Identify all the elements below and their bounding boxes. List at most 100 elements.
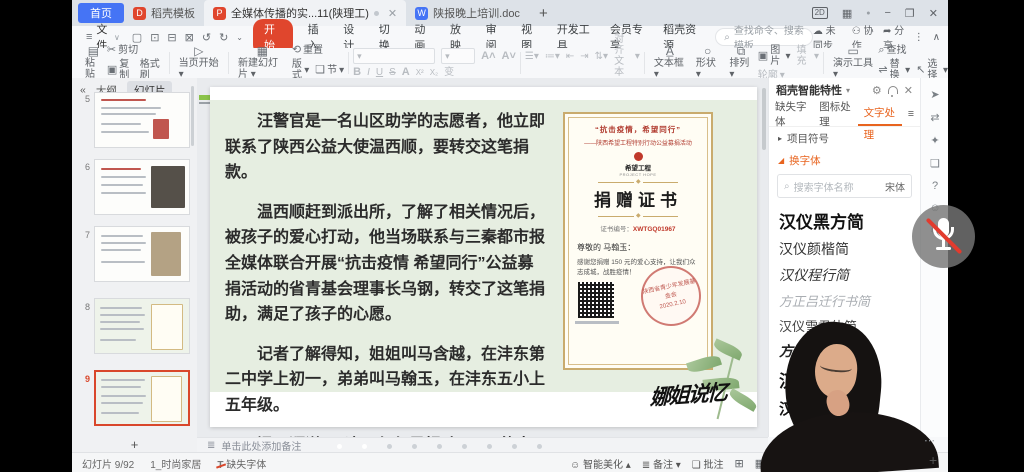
minimize-button[interactable]: − <box>884 7 890 19</box>
font-option[interactable]: 汉仪雪君体简 <box>779 316 910 335</box>
slide-text-block[interactable]: 汪警官是一名山区助学的志愿者，他立即联系了陕西公益大使温西顺，要转交这笔捐款。 … <box>225 109 549 472</box>
font-option[interactable]: 汉仪程行简 <box>779 265 910 285</box>
font-search-input[interactable]: ⌕ 搜索字体名称 宋体 <box>777 174 912 198</box>
more-caret-icon[interactable]: ⌄ <box>236 33 243 42</box>
outdent-button[interactable]: ⇤ <box>566 51 574 62</box>
font-option[interactable]: 汉仪黑方简 <box>779 208 910 233</box>
grow-font-button[interactable]: A˄ <box>481 51 495 62</box>
notes-toggle-button[interactable]: ≣ 备注 ▾ <box>642 456 681 471</box>
title-caret-icon[interactable]: ▾ <box>846 86 850 95</box>
font-name-select[interactable]: ▾ <box>353 48 435 64</box>
slide-canvas[interactable]: 汪警官是一名山区助学的志愿者，他立即联系了陕西公益大使温西顺，要转交这笔捐款。 … <box>210 87 757 427</box>
font-option[interactable]: 方正金福体 <box>779 341 910 361</box>
slide-thumbnail-selected[interactable] <box>94 370 190 426</box>
picture-button[interactable]: ▣图片 ▾ <box>758 45 791 67</box>
font-option[interactable]: 汉仪颜楷简 <box>779 239 910 259</box>
close-button[interactable]: ✕ <box>929 7 938 20</box>
bold-button[interactable]: B <box>353 67 361 78</box>
zoom-in-button[interactable]: + <box>929 452 937 468</box>
slide-thumbnail[interactable] <box>94 159 190 215</box>
strike-button[interactable]: S <box>389 67 396 78</box>
bell-icon[interactable] <box>888 86 898 94</box>
underline-button[interactable]: U <box>376 67 383 78</box>
new-tab-button[interactable]: + <box>539 5 548 22</box>
sorter-view-icon[interactable]: ▦ <box>755 457 765 470</box>
reading-view-icon[interactable]: ▥ <box>776 457 786 470</box>
fill-button[interactable]: 填充 ▾ <box>797 45 819 67</box>
muted-microphone-overlay[interactable] <box>912 205 975 268</box>
save-icon[interactable]: ⊡ <box>150 31 159 44</box>
panel-scrollbar[interactable] <box>191 86 194 146</box>
align-text-button[interactable]: 对齐文本 ▾ <box>614 34 640 78</box>
send-icon[interactable]: ➤ <box>921 88 948 101</box>
slide-thumbnail[interactable] <box>94 92 190 148</box>
print-icon[interactable]: ⊟ <box>167 31 176 44</box>
cut-button[interactable]: ✂剪切 <box>107 45 138 56</box>
line-spacing-button[interactable]: ⇅▾ <box>595 51 608 62</box>
section-bullets[interactable]: ▸ 项目符号 <box>769 127 920 149</box>
textbox-button[interactable]: A̲文本框 ▾ <box>649 46 691 80</box>
subscript-button[interactable]: X₂ <box>430 67 438 78</box>
font-option[interactable]: 汉仪 <box>779 367 910 392</box>
missing-font-warning[interactable]: T 缺失字体 <box>217 456 266 471</box>
comments-button[interactable]: ❏ 批注 <box>692 456 724 471</box>
italic-button[interactable]: I <box>367 67 370 78</box>
paste-button[interactable]: ▤粘贴 <box>80 46 107 80</box>
indent-button[interactable]: ⇥ <box>580 51 588 62</box>
text-effect-button[interactable]: 变 <box>444 67 454 78</box>
adjust-icon[interactable]: ⇄ <box>921 111 948 124</box>
play-from-current-button[interactable]: ▷当页开始 ▾ <box>174 46 224 80</box>
tab-text-processing[interactable]: 文字处理 <box>858 102 902 126</box>
bullets-button[interactable]: ☰▾ <box>525 51 539 62</box>
redo-icon[interactable]: ↻ <box>219 31 228 44</box>
font-color-button[interactable]: A <box>402 67 410 78</box>
close-tab-icon[interactable]: ✕ <box>388 7 397 20</box>
close-panel-icon[interactable]: ✕ <box>904 84 913 97</box>
layout-grid-icon[interactable]: ▦ <box>842 7 852 20</box>
more-menu-icon[interactable]: ⋮ <box>914 32 924 43</box>
eye-icon[interactable]: ● <box>866 10 870 17</box>
restore-button[interactable]: ❐ <box>905 7 915 20</box>
tab-missing-fonts[interactable]: 缺失字体 <box>769 99 813 129</box>
font-size-select[interactable]: ▾ <box>441 48 475 64</box>
smart-beautify-button[interactable]: ☺ 智能美化 ▴ <box>570 456 631 471</box>
current-font-badge[interactable]: 宋体 <box>885 179 905 194</box>
new-file-icon[interactable]: ▢ <box>132 31 142 44</box>
chat-icon[interactable]: ❏ <box>921 157 948 170</box>
section-change-font[interactable]: ◢ 换字体 <box>769 149 920 171</box>
slideshow-icon[interactable]: ▶ <box>798 457 806 470</box>
panel-menu-icon[interactable]: ≡ <box>902 108 920 120</box>
find-button[interactable]: ⌕查找 <box>878 45 906 56</box>
collapse-ribbon-icon[interactable]: ∧ <box>933 32 940 43</box>
new-slide-button[interactable]: ▦新建幻灯片 ▾ <box>233 46 292 80</box>
shrink-font-button[interactable]: A˅ <box>502 51 516 62</box>
slide-thumbnail[interactable] <box>94 226 190 282</box>
effects-icon[interactable]: ✦ <box>921 134 948 147</box>
donation-certificate-image[interactable]: “抗击疫情，希望同行” ——陕西希望工程特别行动公益募捐活动 希望工程 PROJ… <box>563 112 713 370</box>
section-button[interactable]: ❏节 ▾ <box>315 65 344 76</box>
help-icon[interactable]: ? <box>921 180 948 192</box>
arrange-button[interactable]: ⧉排列 ▾ <box>724 46 757 80</box>
zoom-more-icon[interactable]: ⋯ <box>924 434 935 447</box>
template-name[interactable]: 1_时尚家居 <box>150 456 201 471</box>
gear-icon[interactable]: ⚙ <box>872 84 882 97</box>
present-tools-button[interactable]: ▭演示工具 ▾ <box>828 46 878 80</box>
2d-mode-icon[interactable]: 2D <box>812 7 828 19</box>
normal-view-icon[interactable]: ⊞ <box>735 457 744 470</box>
reset-button[interactable]: ⟲重置 <box>292 45 323 56</box>
tab-docer-template[interactable]: D 稻壳模板 <box>124 0 204 26</box>
slide-thumbnail[interactable] <box>94 298 190 354</box>
numbering-button[interactable]: ≔▾ <box>545 51 560 62</box>
home-tab[interactable]: 首页 <box>78 3 124 23</box>
add-slide-button[interactable]: + <box>72 437 197 452</box>
font-option[interactable]: 汉 <box>779 398 910 419</box>
notes-bar[interactable]: ≣ 单击此处添加备注 <box>197 437 768 453</box>
preview-icon[interactable]: ⊠ <box>185 31 194 44</box>
superscript-button[interactable]: X² <box>416 67 424 78</box>
font-option[interactable]: 方正吕迁行书简 <box>779 291 910 310</box>
editor-scrollbar[interactable] <box>762 88 766 150</box>
shapes-button[interactable]: ○形状 ▾ <box>691 46 724 80</box>
tab-icon-processing[interactable]: 图标处理 <box>813 99 857 129</box>
undo-icon[interactable]: ↺ <box>202 31 211 44</box>
command-search-input[interactable]: ⌕查找命令、搜索模板 <box>715 28 813 46</box>
